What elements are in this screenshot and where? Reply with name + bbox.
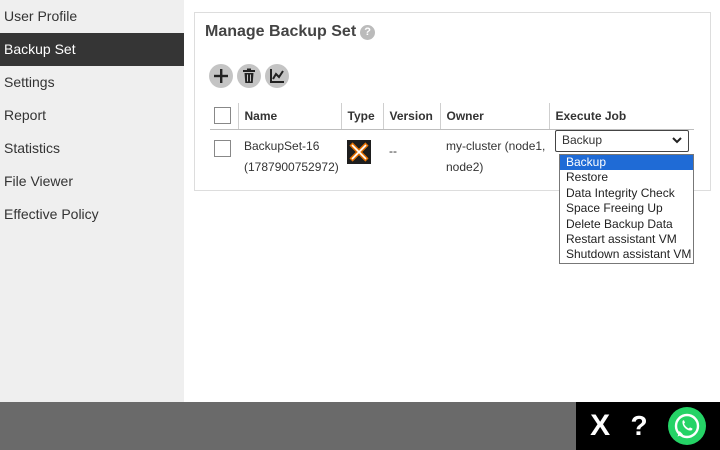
dropdown-option-delete-backup-data[interactable]: Delete Backup Data bbox=[560, 217, 693, 232]
version-cell: -- bbox=[389, 143, 397, 158]
help-button[interactable]: ? bbox=[630, 410, 647, 442]
column-header-type[interactable]: Type bbox=[340, 103, 383, 130]
dropdown-option-restore[interactable]: Restore bbox=[560, 170, 693, 185]
help-icon[interactable]: ? bbox=[360, 24, 376, 40]
sidebar-item-report[interactable]: Report bbox=[0, 99, 184, 132]
page-title-text: Manage Backup Set bbox=[205, 23, 357, 40]
page-title: Manage Backup Set ? bbox=[205, 23, 376, 41]
chevron-down-icon bbox=[672, 137, 682, 144]
backup-set-name-cell[interactable]: BackupSet-16 (1787900752972) bbox=[238, 129, 341, 178]
column-header-execute-job: Execute Job bbox=[548, 103, 694, 130]
add-button[interactable] bbox=[209, 64, 233, 88]
sidebar-item-statistics[interactable]: Statistics bbox=[0, 132, 184, 165]
add-icon bbox=[214, 69, 228, 83]
sidebar-menu: User Profile Backup Set Settings Report … bbox=[0, 0, 184, 231]
execute-job-selected-value: Backup bbox=[562, 133, 603, 147]
dropdown-option-data-integrity-check[interactable]: Data Integrity Check bbox=[560, 186, 693, 201]
row-checkbox[interactable] bbox=[214, 139, 231, 157]
column-header-owner[interactable]: Owner bbox=[439, 103, 549, 130]
execute-job-select[interactable]: Backup bbox=[555, 129, 689, 152]
sidebar-item-user-profile[interactable]: User Profile bbox=[0, 0, 184, 33]
table-header-row: Name Type Version Owner Execute Job bbox=[210, 103, 694, 130]
bottom-bar: X ? bbox=[0, 402, 720, 450]
execute-job-dropdown-list: Backup Restore Data Integrity Check Spac… bbox=[559, 154, 694, 264]
backup-set-name: BackupSet-16 bbox=[244, 138, 320, 153]
delete-button[interactable] bbox=[237, 64, 261, 88]
type-cell bbox=[341, 129, 383, 178]
select-all-cell bbox=[210, 103, 238, 130]
chart-icon bbox=[270, 69, 284, 83]
statistics-chart-button[interactable] bbox=[265, 64, 289, 88]
proxmox-icon bbox=[347, 139, 371, 164]
dropdown-option-backup[interactable]: Backup bbox=[560, 155, 693, 171]
sidebar-item-effective-policy[interactable]: Effective Policy bbox=[0, 198, 184, 231]
toolbar bbox=[209, 64, 289, 88]
delete-icon bbox=[243, 68, 255, 83]
owner-line-2: node2) bbox=[446, 159, 484, 174]
row-select-cell bbox=[210, 129, 238, 178]
backup-set-id: (1787900752972) bbox=[244, 159, 339, 174]
sidebar-item-settings[interactable]: Settings bbox=[0, 66, 184, 99]
dropdown-option-space-freeing-up[interactable]: Space Freeing Up bbox=[560, 201, 693, 216]
whatsapp-icon[interactable] bbox=[667, 407, 706, 445]
owner-cell: my-cluster (node1, node2) bbox=[440, 129, 549, 178]
sidebar-item-file-viewer[interactable]: File Viewer bbox=[0, 165, 184, 198]
dropdown-option-restart-assistant-vm[interactable]: Restart assistant VM bbox=[560, 232, 693, 247]
column-header-name[interactable]: Name bbox=[237, 103, 341, 130]
owner-line-1: my-cluster (node1, bbox=[446, 138, 546, 153]
floating-actions: X ? bbox=[576, 402, 720, 450]
dropdown-option-shutdown-assistant-vm[interactable]: Shutdown assistant VM bbox=[560, 247, 693, 262]
close-button[interactable]: X bbox=[590, 409, 610, 443]
sidebar: User Profile Backup Set Settings Report … bbox=[0, 0, 184, 402]
column-header-version[interactable]: Version bbox=[382, 103, 440, 130]
sidebar-item-backup-set[interactable]: Backup Set bbox=[0, 33, 184, 66]
select-all-checkbox[interactable] bbox=[214, 107, 231, 125]
